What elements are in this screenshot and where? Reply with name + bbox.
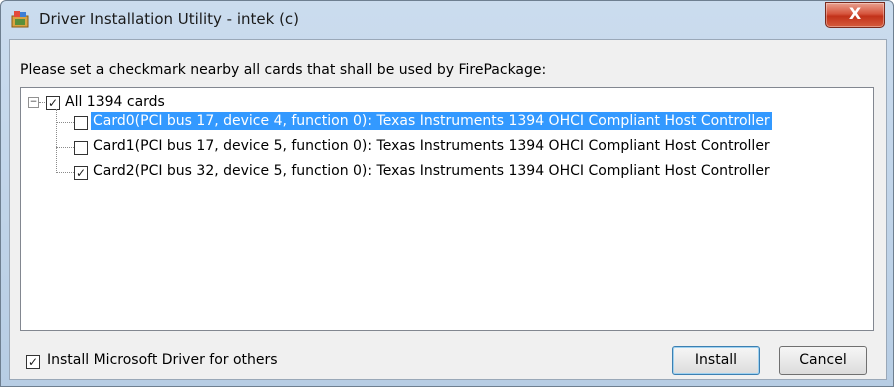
card0-label[interactable]: Card0(PCI bus 17, device 4, function 0):… [91, 112, 772, 130]
tree-expander-icon[interactable]: − [28, 97, 39, 108]
card0-checkbox[interactable] [74, 116, 88, 130]
install-ms-driver-checkbox[interactable]: ✓ [26, 355, 40, 369]
tree-connector [39, 102, 45, 103]
tree-connector [56, 147, 74, 148]
app-icon [11, 11, 29, 28]
all-cards-checkbox[interactable]: ✓ [46, 96, 60, 110]
tree-connector [56, 122, 74, 123]
dialog-client-area: Please set a checkmark nearby all cards … [9, 39, 887, 380]
close-icon: X [848, 4, 862, 23]
cards-tree-view[interactable]: − ✓ All 1394 cards Card0(PCI bus 17, dev… [20, 87, 874, 331]
instruction-text: Please set a checkmark nearby all cards … [20, 62, 547, 78]
close-button[interactable]: X [825, 2, 885, 28]
install-button[interactable]: Install [672, 346, 760, 375]
card1-checkbox[interactable] [74, 141, 88, 155]
card1-label[interactable]: Card1(PCI bus 17, device 5, function 0):… [91, 137, 772, 155]
all-cards-label[interactable]: All 1394 cards [63, 93, 167, 111]
cancel-button[interactable]: Cancel [779, 346, 867, 375]
dialog-window: Driver Installation Utility - intek (c) … [0, 0, 894, 387]
title-bar[interactable]: Driver Installation Utility - intek (c) … [1, 1, 893, 39]
tree-connector [56, 109, 57, 173]
window-title: Driver Installation Utility - intek (c) [39, 10, 300, 28]
tree-connector [56, 172, 74, 173]
install-ms-driver-label[interactable]: Install Microsoft Driver for others [47, 352, 278, 368]
card2-label[interactable]: Card2(PCI bus 32, device 5, function 0):… [91, 162, 772, 180]
card2-checkbox[interactable]: ✓ [74, 166, 88, 180]
